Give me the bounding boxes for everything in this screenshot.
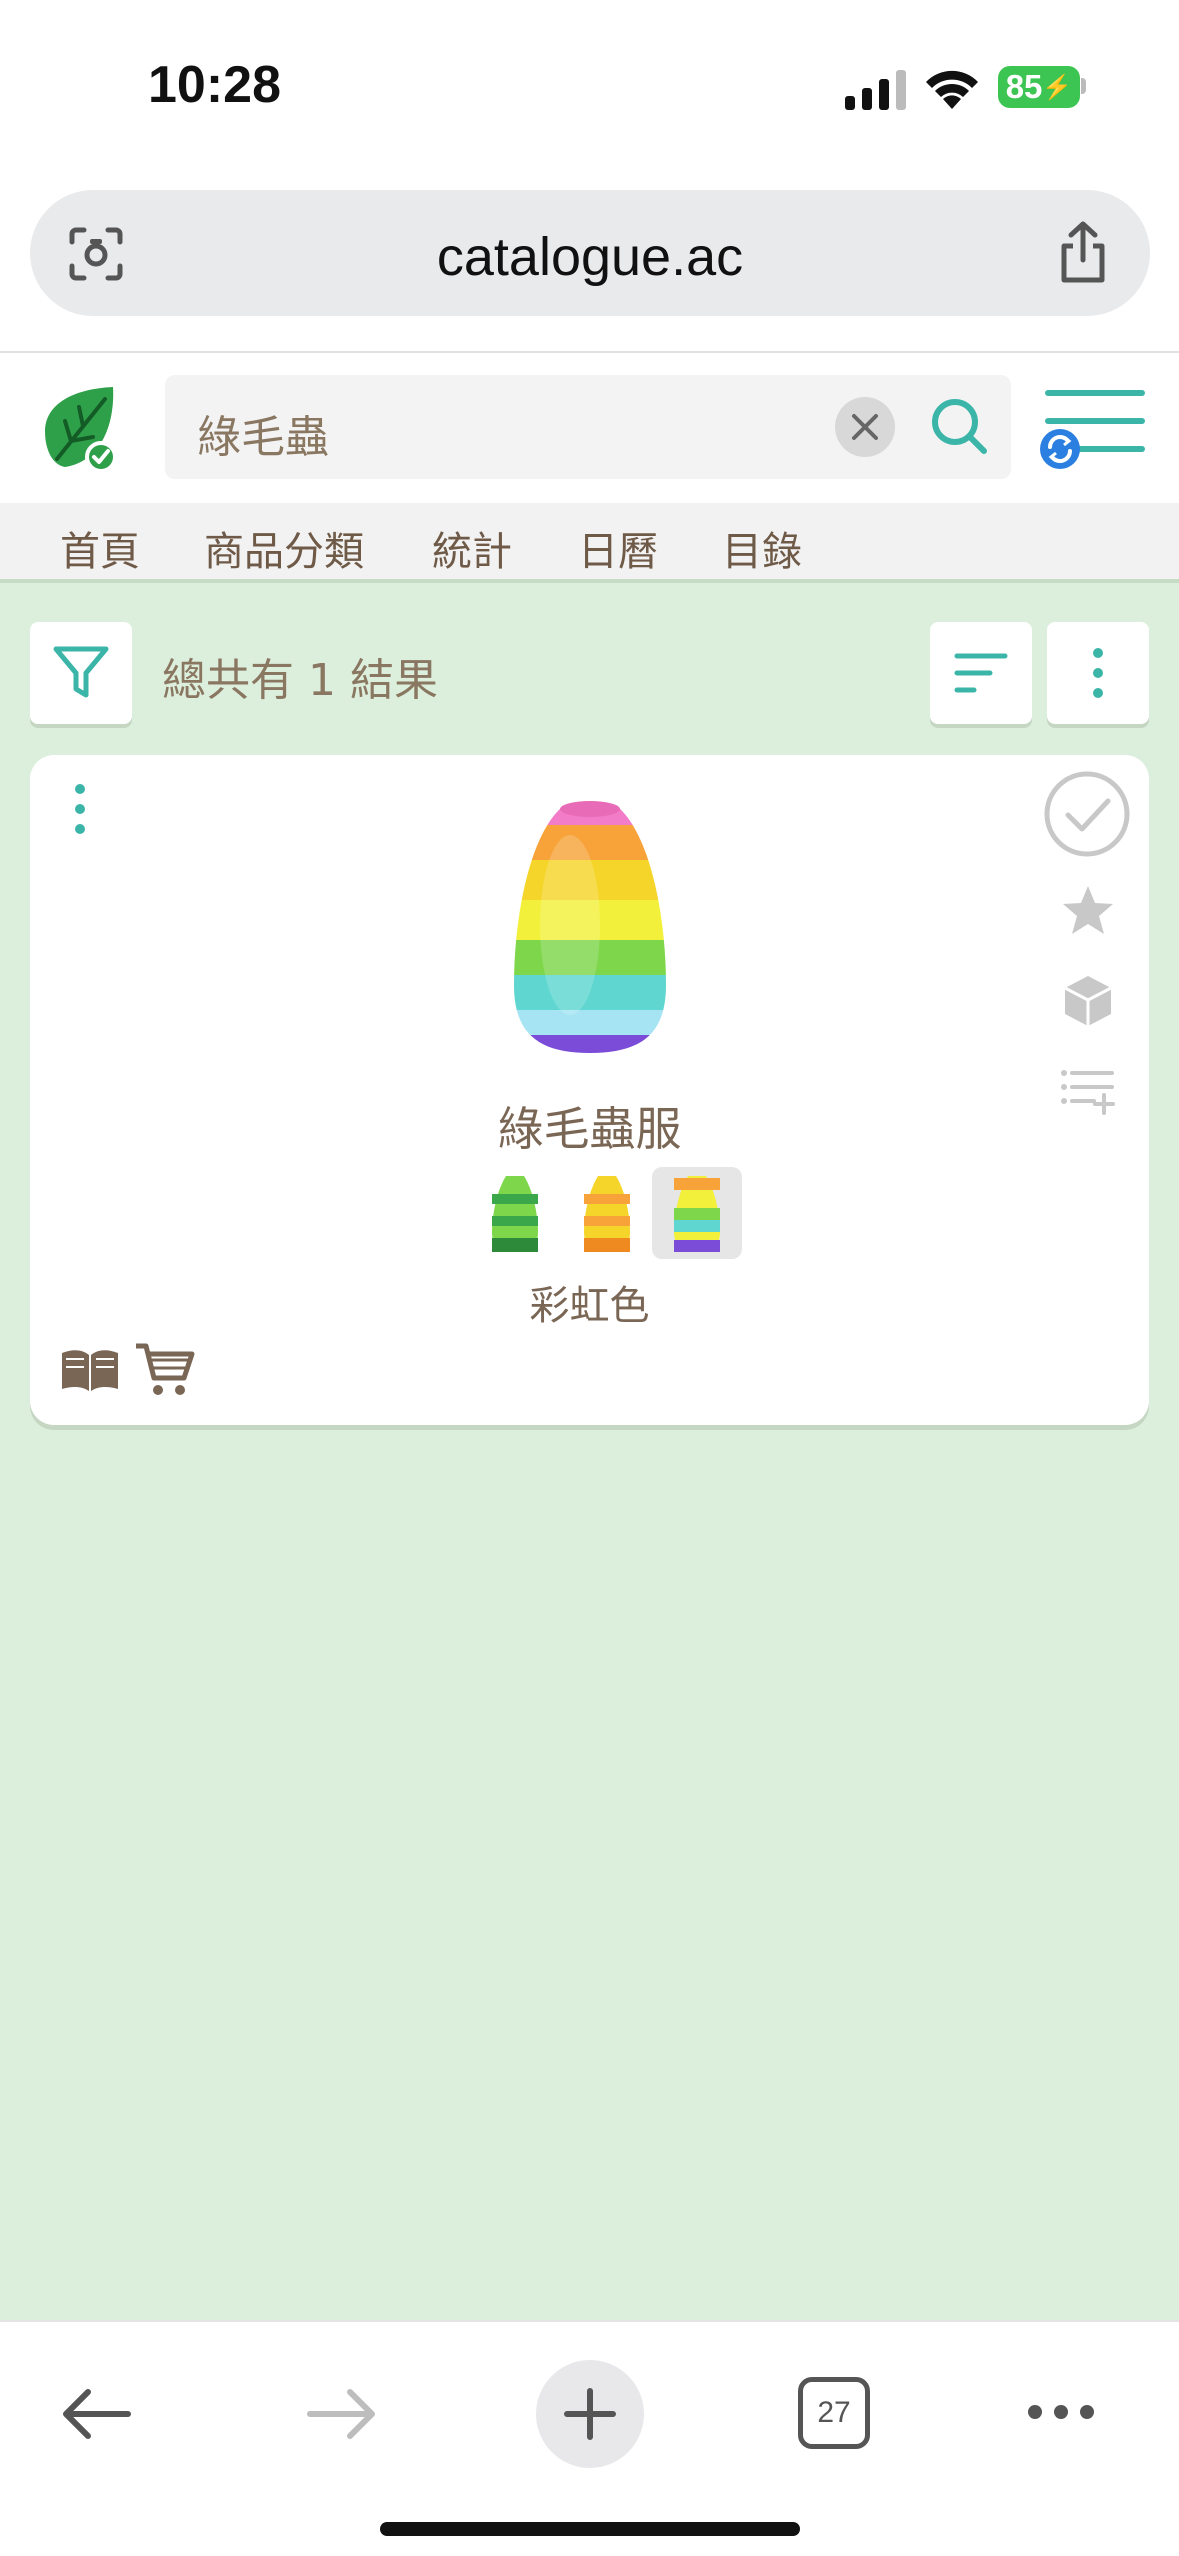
nav-item-categories[interactable]: 商品分類 <box>204 519 364 577</box>
caterpillar-costume-image[interactable] <box>500 795 680 1065</box>
battery-indicator: 85 ⚡ <box>998 66 1080 108</box>
shopping-cart-icon <box>136 1343 195 1395</box>
variant-name: 彩虹色 <box>529 1283 650 1329</box>
variant-selector <box>470 1167 760 1259</box>
new-tab-button[interactable] <box>536 2360 644 2468</box>
status-time: 10:28 <box>148 56 281 114</box>
battery-level: 85 <box>1005 68 1043 105</box>
result-count: 總共有 1 結果 <box>162 655 438 706</box>
status-bar: 10:28 85 ⚡ <box>0 0 1179 175</box>
variant-yellow[interactable] <box>562 1167 652 1259</box>
charging-bolt-icon: ⚡ <box>1042 73 1073 101</box>
back-arrow-icon[interactable] <box>58 2384 134 2444</box>
more-options-button[interactable] <box>1047 622 1149 724</box>
hamburger-menu-icon[interactable] <box>1040 375 1150 475</box>
sort-button[interactable] <box>930 622 1032 724</box>
url-text: catalogue.ac <box>436 227 744 287</box>
variant-rainbow[interactable] <box>652 1167 742 1259</box>
item-card[interactable]: 綠毛蟲服 彩虹色 <box>30 755 1149 1425</box>
more-menu-icon[interactable] <box>1025 2400 1097 2424</box>
nav-item-home[interactable]: 首頁 <box>60 519 140 577</box>
book-icon <box>62 1350 118 1391</box>
filter-icon <box>53 646 109 698</box>
cellular-signal-icon <box>845 70 906 110</box>
search-input[interactable]: 綠毛蟲 <box>197 401 329 465</box>
home-indicator <box>380 2522 800 2536</box>
nav-item-catalog[interactable]: 目錄 <box>722 519 802 577</box>
site-header: 綠毛蟲 <box>0 353 1179 503</box>
plus-icon <box>564 2388 616 2440</box>
item-name: 綠毛蟲服 <box>497 1102 682 1156</box>
clear-search-button[interactable] <box>835 397 895 457</box>
yellow-variant-icon <box>584 1176 630 1252</box>
sort-icon <box>954 653 1008 693</box>
browser-bottom-bar: 27 <box>0 2320 1179 2556</box>
main-nav: 首頁 商品分類 統計 日曆 目錄 <box>0 503 1179 583</box>
nav-item-calendar[interactable]: 日曆 <box>578 519 658 577</box>
favorite-star-icon[interactable] <box>1060 883 1116 939</box>
address-bar[interactable]: catalogue.ac <box>30 190 1150 316</box>
green-variant-icon <box>492 1176 538 1252</box>
vertical-dots-icon <box>1093 648 1103 698</box>
forward-arrow-icon[interactable] <box>304 2384 380 2444</box>
filter-button[interactable] <box>30 622 132 724</box>
close-icon <box>852 414 878 440</box>
rainbow-variant-icon <box>674 1176 720 1252</box>
card-menu-icon[interactable] <box>70 779 90 839</box>
tab-switcher-button[interactable]: 27 <box>798 2377 870 2449</box>
search-box[interactable]: 綠毛蟲 <box>165 375 1011 479</box>
wifi-icon <box>926 70 978 109</box>
search-icon[interactable] <box>928 395 992 459</box>
share-icon[interactable] <box>1054 220 1112 284</box>
add-to-list-icon[interactable] <box>1060 1067 1116 1115</box>
storage-box-icon[interactable] <box>1062 973 1114 1029</box>
collected-check-icon[interactable] <box>1042 769 1132 859</box>
variant-green[interactable] <box>470 1167 560 1259</box>
leaf-logo-icon[interactable] <box>35 381 131 477</box>
nav-item-stats[interactable]: 統計 <box>432 519 512 577</box>
battery-cap <box>1081 78 1086 94</box>
browser-toolbar: catalogue.ac <box>0 175 1179 353</box>
